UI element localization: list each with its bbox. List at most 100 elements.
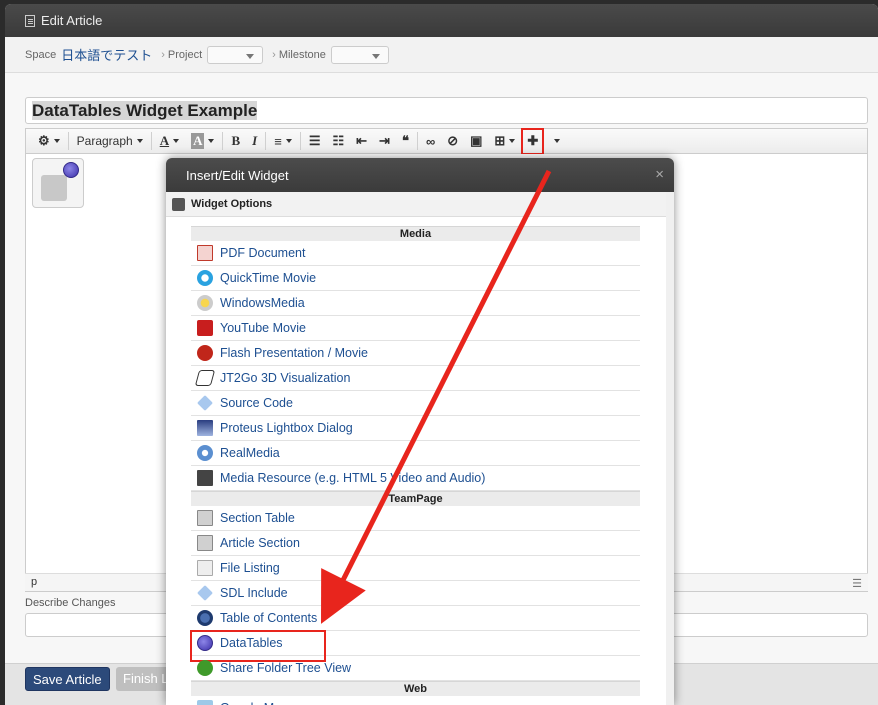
widget-item[interactable]: SDL Include: [191, 581, 640, 606]
widget-item[interactable]: File Listing: [191, 556, 640, 581]
element-path[interactable]: p: [31, 576, 37, 588]
image-button[interactable]: ▣: [464, 130, 488, 152]
widget-item-label: YouTube Movie: [220, 321, 306, 335]
settings-menu-button[interactable]: ⚙: [32, 130, 66, 152]
widget-item-label: RealMedia: [220, 446, 280, 460]
bold-icon: B: [231, 133, 241, 148]
widget-item[interactable]: JT2Go 3D Visualization: [191, 366, 640, 391]
widget-item[interactable]: Section Table: [191, 506, 640, 531]
caret-down-icon: [136, 139, 143, 143]
widget-item[interactable]: Proteus Lightbox Dialog: [191, 416, 640, 441]
align-button[interactable]: ≡: [268, 130, 298, 152]
puzzle-icon: ✚: [527, 133, 539, 148]
widget-item[interactable]: Media Resource (e.g. HTML 5 Video and Au…: [191, 466, 640, 491]
widget-list: Media PDF Document QuickTime Movie WindowsM…: [190, 226, 640, 705]
gear-icon: ⚙: [38, 133, 50, 148]
article-section-icon: [197, 535, 213, 551]
outdent-button[interactable]: ⇤: [350, 130, 373, 152]
widget-item-label: Source Code: [220, 396, 293, 410]
widget-item[interactable]: WindowsMedia: [191, 291, 640, 316]
widget-item[interactable]: Source Code: [191, 391, 640, 416]
source-code-icon: [197, 395, 213, 411]
widget-item[interactable]: Flash Presentation / Movie: [191, 341, 640, 366]
indent-icon: ⇥: [379, 133, 390, 148]
table-button[interactable]: ⊞: [488, 130, 521, 152]
pdf-icon: [197, 245, 213, 261]
background-color-button[interactable]: A: [185, 130, 220, 152]
dialog-scrollbar[interactable]: [666, 192, 674, 705]
widget-item-label: Proteus Lightbox Dialog: [220, 421, 353, 435]
widget-item-label: PDF Document: [220, 246, 306, 260]
widget-options-label: Widget Options: [191, 198, 273, 210]
dialog-header: Insert/Edit Widget ×: [166, 158, 674, 192]
toolbar-divider: [67, 132, 69, 150]
widget-placeholder[interactable]: [32, 158, 84, 208]
widget-item[interactable]: YouTube Movie: [191, 316, 640, 341]
document-icon: [25, 14, 35, 27]
datatables-icon: [197, 635, 213, 651]
sdl-include-icon: [197, 585, 213, 601]
space-link[interactable]: 日本語でテスト: [61, 45, 152, 64]
lightbox-icon: [197, 420, 213, 436]
widget-options-header: Widget Options: [166, 192, 674, 217]
article-title-text: DataTables Widget Example: [32, 101, 258, 120]
youtube-icon: [197, 320, 213, 336]
window-titlebar: Edit Article: [5, 4, 878, 37]
widget-item[interactable]: Google Map: [191, 696, 640, 705]
toolbar-divider: [150, 132, 152, 150]
flash-icon: [197, 345, 213, 361]
widget-item-label: DataTables: [220, 636, 283, 650]
caret-down-icon: [554, 139, 561, 143]
italic-button[interactable]: I: [246, 130, 263, 152]
chevron-right-icon: ›: [161, 48, 165, 61]
unlink-button[interactable]: ⊘: [441, 130, 464, 152]
realmedia-icon: [197, 445, 213, 461]
section-table-icon: [197, 510, 213, 526]
resize-handle-icon[interactable]: ☰: [852, 576, 862, 593]
puzzle-icon: [41, 175, 67, 201]
background-color-icon: A: [191, 133, 205, 149]
widget-item[interactable]: RealMedia: [191, 441, 640, 466]
bold-button[interactable]: B: [225, 130, 246, 152]
text-color-button[interactable]: A: [154, 130, 185, 152]
caret-down-icon: [53, 139, 60, 143]
google-map-icon: [197, 700, 213, 705]
group-header-media: Media: [191, 226, 640, 241]
widget-button[interactable]: ✚: [521, 127, 545, 155]
paragraph-format-select[interactable]: Paragraph: [71, 130, 149, 152]
tree-view-icon: [197, 660, 213, 676]
windows-media-icon: [197, 295, 213, 311]
editor-toolbar: ⚙ Paragraph A A B I ≡ ☰ ☷ ⇤ ⇥ ❝ ∞ ⊘ ▣ ⊞ …: [25, 127, 868, 155]
indent-button[interactable]: ⇥: [373, 130, 396, 152]
widget-item-label: Section Table: [220, 511, 295, 525]
widget-item[interactable]: Table of Contents: [191, 606, 640, 631]
close-icon[interactable]: ×: [655, 166, 664, 183]
widget-item[interactable]: QuickTime Movie: [191, 266, 640, 291]
bullet-list-icon: ☰: [308, 133, 321, 148]
widget-item-label: Article Section: [220, 536, 300, 550]
link-button[interactable]: ∞: [420, 130, 441, 152]
group-header-teampage: TeamPage: [191, 491, 640, 506]
image-icon: ▣: [470, 133, 483, 148]
project-select[interactable]: [207, 45, 264, 64]
widget-item[interactable]: Article Section: [191, 531, 640, 556]
jt2go-icon: [194, 370, 216, 386]
milestone-label: Milestone: [278, 48, 326, 61]
widget-item[interactable]: PDF Document: [191, 241, 640, 266]
widget-item-label: WindowsMedia: [220, 296, 305, 310]
article-title-input[interactable]: DataTables Widget Example: [25, 97, 868, 124]
widget-item-label: Flash Presentation / Movie: [220, 346, 368, 360]
numbered-list-button[interactable]: ☷: [326, 130, 350, 152]
project-label: Project: [167, 48, 203, 61]
breadcrumb: Space 日本語でテスト › Project › Milestone: [5, 37, 878, 73]
blockquote-button[interactable]: ❝: [396, 130, 415, 152]
widget-item[interactable]: Share Folder Tree View: [191, 656, 640, 681]
widget-item-label: File Listing: [220, 561, 280, 575]
widget-item[interactable]: DataTables: [190, 630, 640, 662]
datatables-icon: [63, 162, 79, 178]
widget-menu-button[interactable]: [544, 130, 566, 152]
window-title: Edit Article: [41, 13, 103, 28]
save-article-button[interactable]: Save Article: [25, 667, 110, 691]
milestone-select[interactable]: [330, 45, 389, 64]
bullet-list-button[interactable]: ☰: [303, 130, 327, 152]
